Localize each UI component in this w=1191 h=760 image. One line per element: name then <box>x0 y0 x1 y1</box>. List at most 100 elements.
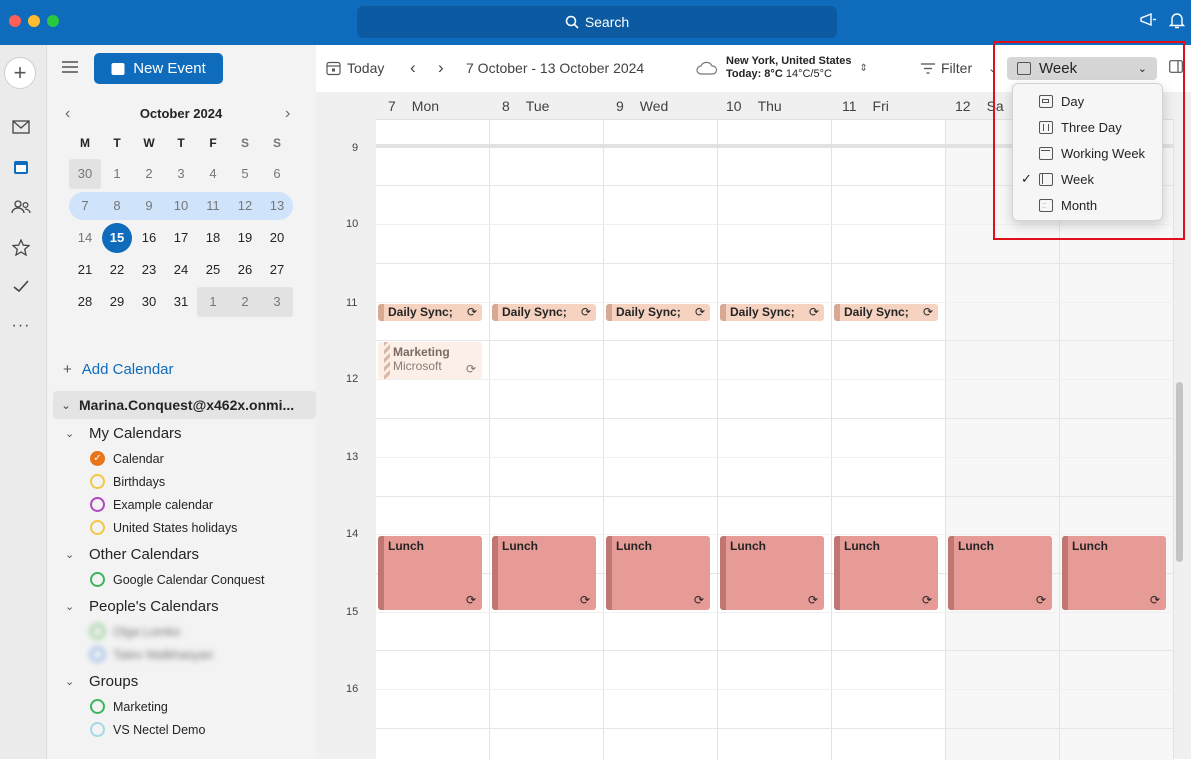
day-column[interactable] <box>376 120 490 760</box>
mini-day[interactable]: 8 <box>101 198 133 213</box>
megaphone-icon[interactable] <box>1139 12 1157 33</box>
mini-day[interactable]: 1 <box>101 166 133 181</box>
circle-icon[interactable] <box>90 722 105 737</box>
day-header[interactable]: 7 Mon <box>388 92 439 119</box>
calendar-item[interactable]: United States holidays <box>90 520 237 535</box>
mini-day[interactable]: 17 <box>165 230 197 245</box>
circle-icon[interactable] <box>90 699 105 714</box>
day-column[interactable] <box>604 120 718 760</box>
mini-day[interactable]: 5 <box>229 166 261 181</box>
groups-header[interactable]: ⌄ Groups <box>65 673 138 690</box>
event-daily-sync[interactable]: Daily Sync; ⟳ <box>378 304 482 321</box>
hamburger-menu-icon[interactable] <box>62 57 78 78</box>
mini-day[interactable]: 27 <box>261 262 293 277</box>
event-lunch[interactable]: Lunch ⟳ <box>834 536 938 610</box>
mini-day[interactable]: 30 <box>69 166 101 181</box>
circle-icon[interactable] <box>90 520 105 535</box>
mini-day[interactable]: 29 <box>101 294 133 309</box>
circle-icon[interactable] <box>90 497 105 512</box>
weather-widget[interactable]: New York, United States Today: 8°C 14°C/… <box>696 55 868 81</box>
event-lunch[interactable]: Lunch ⟳ <box>492 536 596 610</box>
checked-circle-icon[interactable]: ✓ <box>90 451 105 466</box>
day-column[interactable] <box>832 120 946 760</box>
mini-day[interactable]: 3 <box>165 166 197 181</box>
vertical-scrollbar[interactable] <box>1176 382 1183 562</box>
mini-day[interactable]: 16 <box>133 230 165 245</box>
mini-day[interactable]: 28 <box>69 294 101 309</box>
event-daily-sync[interactable]: Daily Sync; ⟳ <box>492 304 596 321</box>
mini-day[interactable]: 25 <box>197 262 229 277</box>
circle-icon[interactable] <box>90 647 105 662</box>
minimize-window-button[interactable] <box>28 15 40 27</box>
mini-day[interactable]: 20 <box>261 230 293 245</box>
mini-day[interactable]: 3 <box>261 294 293 309</box>
mini-day[interactable]: 23 <box>133 262 165 277</box>
star-icon[interactable] <box>0 238 42 261</box>
peoples-calendars-header[interactable]: ⌄ People's Calendars <box>65 598 219 615</box>
mini-day[interactable]: 18 <box>197 230 229 245</box>
mini-day[interactable]: 22 <box>101 262 133 277</box>
my-calendars-header[interactable]: ⌄ My Calendars <box>65 425 182 442</box>
prev-week-icon[interactable]: ‹ <box>410 58 416 78</box>
mini-day[interactable]: 10 <box>165 198 197 213</box>
event-lunch[interactable]: Lunch ⟳ <box>378 536 482 610</box>
mini-day[interactable]: 7 <box>69 198 101 213</box>
mail-icon[interactable] <box>0 120 42 139</box>
event-daily-sync[interactable]: Daily Sync; ⟳ <box>720 304 824 321</box>
mini-day[interactable]: 24 <box>165 262 197 277</box>
mini-day[interactable]: 19 <box>229 230 261 245</box>
calendar-item[interactable]: Tatev Malkhasyan <box>90 647 213 662</box>
compose-plus-button[interactable]: + <box>4 57 36 89</box>
mini-day[interactable]: 2 <box>229 294 261 309</box>
event-daily-sync[interactable]: Daily Sync; ⟳ <box>606 304 710 321</box>
event-daily-sync[interactable]: Daily Sync; ⟳ <box>834 304 938 321</box>
search-box[interactable]: Search <box>357 6 837 38</box>
calendar-item[interactable]: Marketing <box>90 699 168 714</box>
mini-day[interactable]: 12 <box>229 198 261 213</box>
tasks-check-icon[interactable] <box>0 279 42 298</box>
calendar-item[interactable]: Example calendar <box>90 497 213 512</box>
circle-icon[interactable] <box>90 624 105 639</box>
mini-day[interactable]: 31 <box>165 294 197 309</box>
circle-icon[interactable] <box>90 572 105 587</box>
filter-button[interactable]: Filter ⌄ <box>921 60 997 76</box>
mini-next-month-icon[interactable]: › <box>285 105 290 123</box>
event-lunch[interactable]: Lunch ⟳ <box>720 536 824 610</box>
event-lunch[interactable]: Lunch ⟳ <box>1062 536 1166 610</box>
today-button[interactable]: Today <box>326 60 384 76</box>
calendar-item[interactable]: Google Calendar Conquest <box>90 572 265 587</box>
day-column[interactable] <box>490 120 604 760</box>
mini-day[interactable]: 14 <box>69 230 101 245</box>
day-header[interactable]: 11 Fri <box>842 92 889 119</box>
event-marketing[interactable]: Marketing Microsoft ⟳ <box>378 342 482 379</box>
other-calendars-header[interactable]: ⌄ Other Calendars <box>65 546 199 563</box>
people-icon[interactable] <box>0 200 42 219</box>
circle-icon[interactable] <box>90 474 105 489</box>
day-column[interactable] <box>718 120 832 760</box>
event-lunch[interactable]: Lunch ⟳ <box>606 536 710 610</box>
day-header[interactable]: 9 Wed <box>616 92 668 119</box>
event-lunch[interactable]: Lunch ⟳ <box>948 536 1052 610</box>
mini-day[interactable]: 2 <box>133 166 165 181</box>
mini-day[interactable]: 6 <box>261 166 293 181</box>
calendar-icon[interactable] <box>0 159 42 180</box>
mini-day[interactable]: 11 <box>197 198 229 213</box>
mini-day[interactable]: 4 <box>197 166 229 181</box>
close-window-button[interactable] <box>9 15 21 27</box>
mini-day[interactable]: 9 <box>133 198 165 213</box>
mini-day[interactable]: 26 <box>229 262 261 277</box>
calendar-item[interactable]: VS Nectel Demo <box>90 722 205 737</box>
add-calendar-link[interactable]: + Add Calendar <box>63 361 174 378</box>
mini-prev-month-icon[interactable]: ‹ <box>65 105 70 123</box>
calendar-item[interactable]: Birthdays <box>90 474 165 489</box>
mini-day[interactable]: 21 <box>69 262 101 277</box>
mini-day[interactable]: 1 <box>197 294 229 309</box>
bell-icon[interactable] <box>1168 12 1186 34</box>
mini-day-today[interactable]: 15 <box>101 222 133 253</box>
account-row[interactable]: ⌄ Marina.Conquest@x462x.onmi... <box>53 391 316 419</box>
next-week-icon[interactable]: › <box>438 58 444 78</box>
mini-day[interactable]: 30 <box>133 294 165 309</box>
calendar-item[interactable]: ✓ Calendar <box>90 451 164 466</box>
new-event-button[interactable]: New Event <box>94 53 223 84</box>
zoom-window-button[interactable] <box>47 15 59 27</box>
